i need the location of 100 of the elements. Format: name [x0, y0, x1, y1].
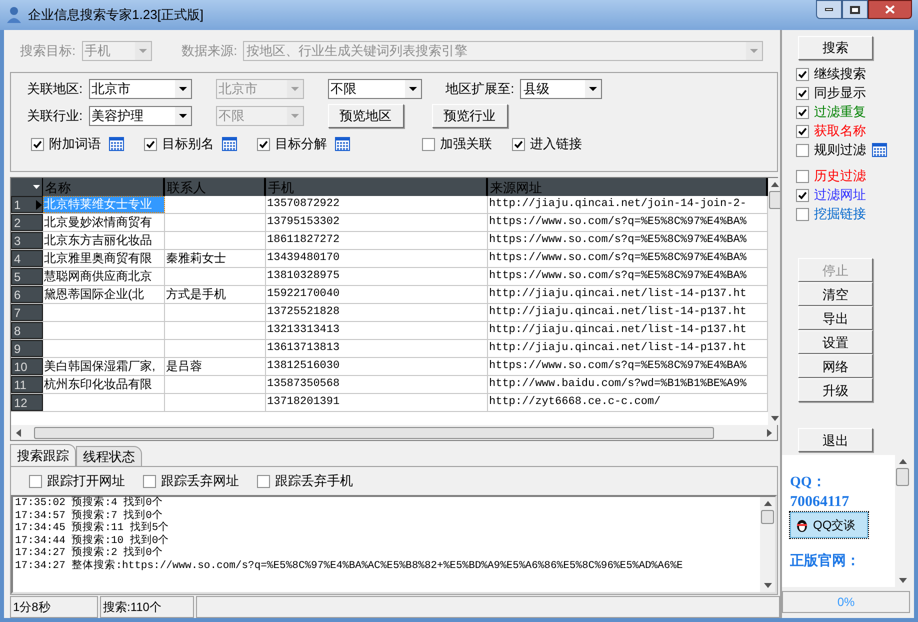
checkbox-label: 目标别名	[162, 136, 214, 152]
row-header[interactable]: 10	[11, 358, 43, 375]
status-count: 搜索:110个	[100, 596, 194, 618]
table-cell: 13439480170	[266, 250, 488, 267]
table-cell: 北京特莱维女士专业	[43, 196, 165, 213]
table-cell: 美白韩国保湿霜厂家,	[43, 358, 165, 375]
checkbox[interactable]	[257, 474, 270, 488]
checkbox[interactable]	[144, 138, 157, 150]
row-header[interactable]: 5	[11, 268, 43, 285]
checkbox[interactable]	[796, 86, 809, 100]
dropdown-arrow-icon	[33, 185, 40, 189]
calendar-icon[interactable]	[222, 137, 237, 151]
table-cell: 杭州东印化妆品有限	[43, 376, 165, 393]
checkbox-label: 附加词语	[49, 136, 101, 152]
horizontal-scrollbar[interactable]	[11, 425, 777, 440]
row-header[interactable]: 8	[11, 322, 43, 339]
row-header[interactable]: 1	[11, 196, 43, 213]
checkbox-label: 获取名称	[814, 123, 866, 140]
row-header[interactable]: 4	[11, 250, 43, 267]
button[interactable]: 升级	[798, 378, 873, 402]
scroll-up-icon[interactable]	[764, 501, 772, 506]
button[interactable]: 导出	[798, 306, 873, 330]
button[interactable]: 网络	[798, 354, 873, 378]
log-line: 17:35:02 预搜索:4 找到0个	[15, 497, 164, 509]
dropdown[interactable]: 美容护理	[88, 106, 192, 126]
vertical-scrollbar[interactable]	[760, 497, 775, 592]
log-line: 17:34:27 预搜索:2 找到0个	[15, 547, 164, 559]
checkbox[interactable]	[796, 170, 809, 183]
scroll-thumb[interactable]	[768, 191, 782, 209]
maximize-button[interactable]	[842, 0, 868, 19]
checkbox-label: 继续搜索	[814, 66, 866, 82]
tab[interactable]: 线程状态	[76, 446, 142, 466]
log-line: 17:34:45 预搜索:11 找到5个	[15, 522, 170, 534]
checkbox[interactable]	[796, 106, 809, 119]
row-header[interactable]: 6	[11, 286, 43, 303]
scroll-up-icon[interactable]	[771, 182, 779, 187]
button[interactable]: 预览行业	[432, 104, 508, 128]
checkbox-label: 过滤网址	[814, 187, 866, 204]
row-header[interactable]: 7	[11, 304, 43, 321]
qq-label: QQ：	[790, 474, 827, 492]
status-elapsed: 1分8秒	[10, 596, 98, 618]
qq-number: 70064117	[790, 492, 850, 510]
checkbox[interactable]	[796, 124, 809, 138]
checkbox[interactable]	[796, 144, 809, 157]
scroll-down-icon[interactable]	[771, 416, 779, 421]
row-pointer-icon	[36, 200, 42, 210]
checkbox-label: 挖掘链接	[814, 206, 866, 222]
site-label: 正版官网：	[790, 554, 861, 570]
table-cell: 15922170040	[266, 286, 488, 303]
scroll-right-icon[interactable]	[767, 428, 772, 436]
scroll-thumb[interactable]	[896, 468, 909, 486]
scroll-thumb[interactable]	[34, 426, 714, 438]
checkbox-label: 跟踪丢弃网址	[161, 473, 239, 489]
calendar-icon[interactable]	[872, 143, 887, 158]
dropdown[interactable]: 不限	[328, 79, 422, 99]
checkbox[interactable]	[422, 138, 435, 150]
table-cell: 13587350568	[266, 376, 488, 393]
scroll-down-icon[interactable]	[898, 578, 906, 582]
dropdown[interactable]: 县级	[520, 79, 602, 99]
checkbox[interactable]	[796, 188, 809, 202]
button[interactable]: 设置	[798, 330, 873, 354]
checkbox[interactable]	[143, 474, 156, 488]
calendar-icon[interactable]	[335, 137, 350, 151]
scroll-down-icon[interactable]	[764, 583, 772, 588]
table-cell: 北京东方吉丽化妆品	[43, 232, 165, 249]
minimize-button[interactable]	[816, 0, 842, 19]
checkbox-label: 跟踪丢弃手机	[275, 473, 353, 489]
button[interactable]: 清空	[798, 282, 873, 306]
table-cell: 北京雅里奥商贸有限	[43, 250, 165, 267]
button[interactable]: 退出	[798, 428, 873, 452]
tab[interactable]: 搜索跟踪	[10, 444, 76, 466]
checkbox[interactable]	[796, 208, 809, 221]
row-header[interactable]: 12	[11, 394, 43, 411]
scroll-thumb[interactable]	[761, 510, 774, 524]
scroll-left-icon[interactable]	[16, 428, 21, 436]
checkbox[interactable]	[31, 138, 44, 150]
checkbox[interactable]	[512, 138, 525, 150]
row-header[interactable]: 3	[11, 232, 43, 249]
dropdown[interactable]: 北京市	[88, 79, 192, 99]
checkbox[interactable]	[796, 68, 809, 81]
checkbox-label: 过滤重复	[814, 104, 866, 120]
log-line: 17:34:27 整体搜索:https://www.so.com/s?q=%E5%8C%97%E4%BA%AC%E5%B8%82+%E5%BD%A9%E5%A6%86%E5%8C%96%E5%AD%A6%E	[15, 560, 684, 572]
close-button[interactable]	[868, 0, 912, 19]
table-cell: 慧聪网商供应商北京	[43, 268, 165, 285]
person-icon	[6, 6, 22, 24]
row-header[interactable]: 11	[11, 376, 43, 393]
close-icon	[885, 5, 895, 14]
button[interactable]: 预览地区	[328, 104, 404, 128]
table-cell: 18611827272	[266, 232, 488, 249]
table-cell: 是吕蓉	[165, 358, 266, 375]
checkbox[interactable]	[257, 138, 270, 150]
checkbox[interactable]	[29, 474, 42, 488]
row-header[interactable]: 2	[11, 214, 43, 231]
table-cell: 13725521828	[266, 304, 488, 321]
row-header[interactable]: 9	[11, 340, 43, 357]
button[interactable]: 搜索	[798, 36, 873, 60]
qq-chat-button[interactable]: QQ交谈	[790, 512, 868, 538]
status-progress: 0%	[837, 594, 855, 610]
scroll-up-icon[interactable]	[898, 458, 906, 464]
calendar-icon[interactable]	[109, 137, 124, 151]
